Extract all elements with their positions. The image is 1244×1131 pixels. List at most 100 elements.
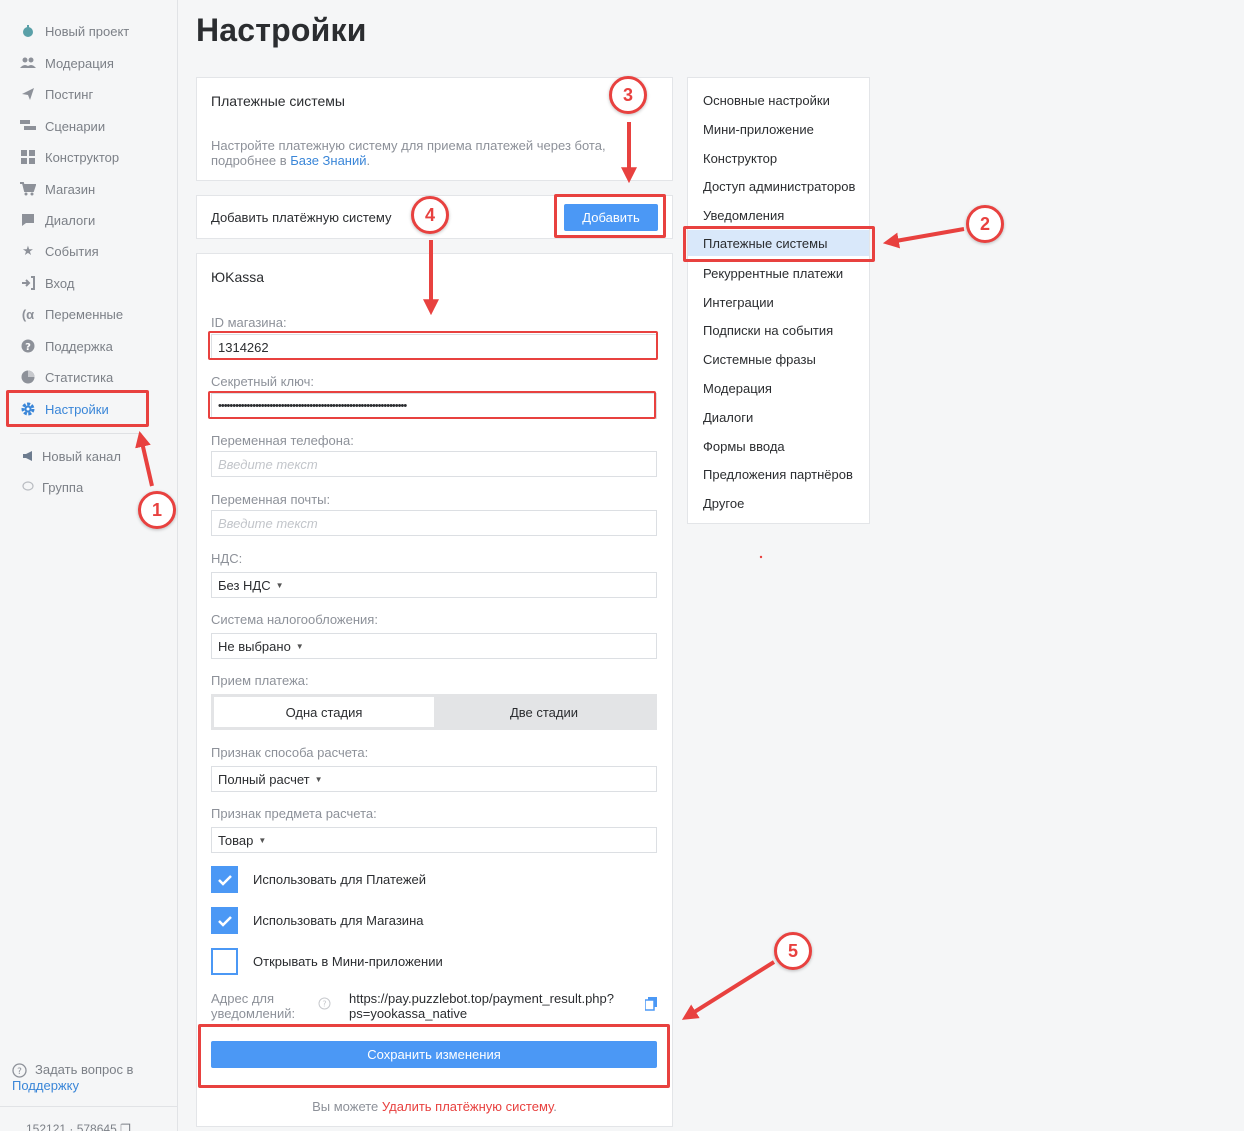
sidebar-item-variables[interactable]: (α Переменные <box>20 303 123 325</box>
menu-item-notifications[interactable]: Уведомления <box>688 202 869 228</box>
check-use-payments[interactable]: Использовать для Платежей <box>211 866 426 893</box>
help-text: Задать вопрос в <box>35 1062 134 1077</box>
caret-down-icon: ▼ <box>275 580 284 590</box>
calc-method-value: Полный расчет <box>218 771 310 787</box>
menu-item-mini-app[interactable]: Мини-приложение <box>688 116 869 142</box>
sidebar-item-label: Новый канал <box>42 448 121 464</box>
card-title: Платежные системы <box>211 93 345 109</box>
add-payment-label: Добавить платёжную систему <box>211 210 392 225</box>
card-description: Настройте платежную систему для приема п… <box>211 138 651 168</box>
checkbox[interactable] <box>211 948 238 975</box>
sidebar-item-support[interactable]: ? Поддержка <box>20 335 113 357</box>
copy-icon[interactable] <box>644 997 658 1014</box>
support-link[interactable]: Поддержку <box>12 1078 79 1093</box>
accept-payment-toggle: Одна стадия Две стадии <box>211 694 657 730</box>
sidebar-item-label: Магазин <box>45 181 96 197</box>
menu-item-system-phrases[interactable]: Системные фразы <box>688 346 869 372</box>
check-label: Открывать в Мини-приложении <box>253 954 443 969</box>
sidebar-item-label: Поддержка <box>45 338 113 354</box>
delete-payment-system-link[interactable]: Удалить платёжную систему <box>382 1099 553 1114</box>
sidebar-item-statistics[interactable]: Статистика <box>20 366 113 388</box>
login-icon <box>20 275 36 291</box>
question-icon: ? <box>12 1062 27 1078</box>
sidebar-item-posting[interactable]: Постинг <box>20 83 93 105</box>
calc-method-select[interactable]: Полный расчет ▼ <box>211 766 657 792</box>
sidebar-item-dialogs[interactable]: Диалоги <box>20 209 95 231</box>
notify-url: https://pay.puzzlebot.top/payment_result… <box>349 991 614 1021</box>
menu-item-recurring[interactable]: Рекуррентные платежи <box>688 260 869 286</box>
sidebar-item-scenarios[interactable]: Сценарии <box>20 115 105 137</box>
menu-item-admin-access[interactable]: Доступ администраторов <box>688 173 869 199</box>
vat-select[interactable]: Без НДС ▼ <box>211 572 657 598</box>
sidebar-item-label: Новый проект <box>45 23 130 39</box>
notify-url-line-1: https://pay.puzzlebot.top/payment_result… <box>349 991 614 1006</box>
sidebar-channel-new[interactable]: Новый канал <box>20 445 121 467</box>
highlight-settings <box>6 390 149 427</box>
tax-value: Не выбрано <box>218 638 291 654</box>
vat-label: НДС: <box>211 551 243 566</box>
menu-item-dialogs[interactable]: Диалоги <box>688 404 869 430</box>
menu-item-event-subscriptions[interactable]: Подписки на события <box>688 317 869 343</box>
option-two-stages[interactable]: Две стадии <box>434 697 654 727</box>
sidebar-item-label: Диалоги <box>45 212 96 228</box>
checkbox[interactable] <box>211 907 238 934</box>
calc-subject-label: Признак предмета расчета: <box>211 806 377 821</box>
grid-icon <box>20 149 36 165</box>
annotation-badge-3: 3 <box>609 76 647 114</box>
menu-item-constructor[interactable]: Конструктор <box>688 145 869 171</box>
sidebar-item-new-project[interactable]: Новый проект <box>20 20 129 42</box>
bot-icon <box>20 23 36 39</box>
menu-item-main[interactable]: Основные настройки <box>688 87 869 113</box>
check-label: Использовать для Платежей <box>253 872 427 887</box>
email-var-input[interactable]: Введите текст <box>211 510 657 536</box>
menu-item-partner-offers[interactable]: Предложения партнёров <box>688 461 869 487</box>
footer-end: . <box>553 1099 557 1114</box>
menu-item-moderation[interactable]: Модерация <box>688 375 869 401</box>
sidebar-item-login[interactable]: Вход <box>20 272 74 294</box>
users-icon <box>20 55 36 71</box>
card-title: ЮKassa <box>211 269 265 285</box>
project-ids: 152121 · 578645 ❐ <box>26 1122 131 1131</box>
menu-item-other[interactable]: Другое <box>688 490 869 516</box>
notify-label-line-1: Адрес для <box>211 991 275 1006</box>
knowledge-base-link[interactable]: Базе Знаний <box>290 153 366 168</box>
sidebar-item-label: Вход <box>45 275 75 291</box>
calc-subject-value: Товар <box>218 832 254 848</box>
sidebar-item-label: Конструктор <box>45 149 120 165</box>
svg-text:?: ? <box>322 1000 326 1009</box>
sidebar-item-events[interactable]: ★ События <box>20 240 99 262</box>
tax-system-select[interactable]: Не выбрано ▼ <box>211 633 657 659</box>
calc-subject-select[interactable]: Товар ▼ <box>211 827 657 853</box>
highlight-shop-id <box>208 331 658 360</box>
cart-icon <box>20 181 36 197</box>
phone-var-input[interactable]: Введите текст <box>211 451 657 477</box>
checkbox[interactable] <box>211 866 238 893</box>
option-one-stage[interactable]: Одна стадия <box>214 697 434 727</box>
check-use-shop[interactable]: Использовать для Магазина <box>211 907 423 934</box>
check-open-mini-app[interactable]: Открывать в Мини-приложении <box>211 948 443 975</box>
sidebar-item-constructor[interactable]: Конструктор <box>20 146 119 168</box>
copy-icon[interactable]: ❐ <box>120 1122 131 1131</box>
chat-icon <box>20 212 36 228</box>
vat-value: Без НДС <box>218 577 271 593</box>
question-icon: ? <box>20 338 36 354</box>
delete-footer: Вы можете Удалить платёжную систему. <box>197 1099 672 1114</box>
annotation-badge-5: 5 <box>774 932 812 970</box>
divider <box>20 433 142 434</box>
phone-var-label: Переменная телефона: <box>211 433 354 448</box>
annotation-badge-4: 4 <box>411 196 449 234</box>
sidebar-item-label: События <box>45 243 99 259</box>
highlight-secret-key <box>208 391 656 419</box>
sidebar-item-label: Сценарии <box>45 118 106 134</box>
menu-item-integrations[interactable]: Интеграции <box>688 289 869 315</box>
sidebar-channel-group[interactable]: Группа <box>20 476 83 498</box>
help-icon[interactable]: ? <box>318 997 331 1013</box>
sidebar-item-shop[interactable]: Магазин <box>20 178 95 200</box>
help-block: ? Задать вопрос в Поддержку <box>12 1062 133 1094</box>
divider <box>0 1106 178 1107</box>
shop-id-label: ID магазина: <box>211 315 287 330</box>
menu-item-input-forms[interactable]: Формы ввода <box>688 433 869 459</box>
sidebar-item-moderation[interactable]: Модерация <box>20 52 114 74</box>
secret-key-label: Секретный ключ: <box>211 374 314 389</box>
highlight-payment-systems <box>683 226 875 262</box>
